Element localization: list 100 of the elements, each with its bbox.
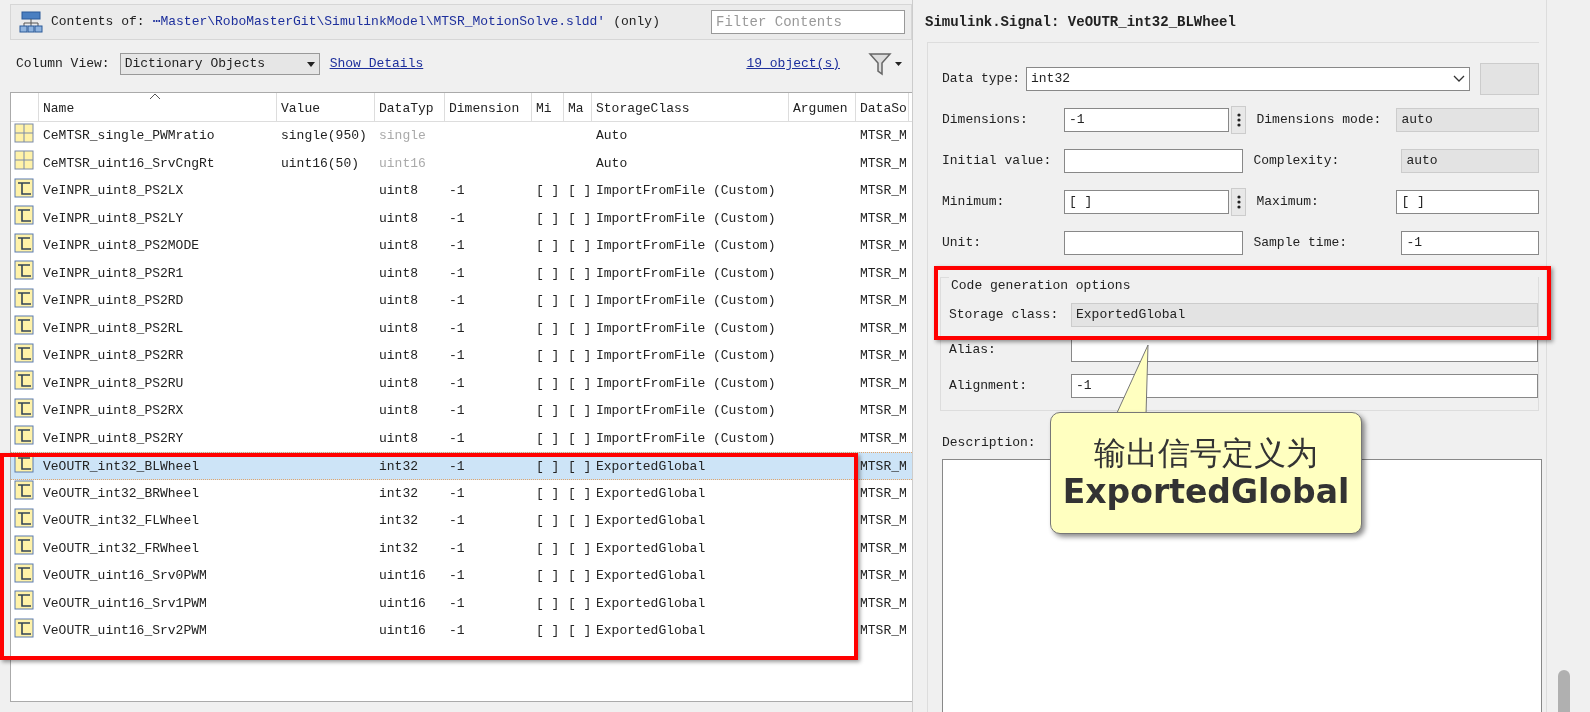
signal-icon [11,342,34,363]
signal-icon [11,507,34,528]
vertical-dots-icon [1236,112,1241,127]
contents-label: Contents of: [51,13,145,32]
text-field[interactable]: auto [1396,107,1539,132]
callout-text: ExportedGlobal [1062,472,1350,512]
text-field[interactable] [1064,230,1244,255]
column-view-label: Column View: [16,55,110,74]
table-row[interactable]: VeOUTR_uint16_Srv2PWM uint16 -1 [ ] [ ] ExportedGlobal MTSR_M [11,617,912,645]
min-cell-text: [ ] [535,182,561,200]
signal-icon [11,232,34,253]
max-cell-text: [ ] [567,319,592,338]
table-row[interactable]: VeINPR_uint8_PS2RX uint8 -1 [ ] [ ] ImportFromFile (Custom) MTSR_M [11,397,912,425]
table-row[interactable]: VeINPR_uint8_PS2LX uint8 -1 [ ] [ ] ImportFromFile (Custom) MTSR_M [11,177,912,205]
more-options-button[interactable] [1231,105,1247,134]
storage-class-cell-text: ImportFromFile (Custom) [595,264,777,283]
table-row[interactable]: VeOUTR_uint16_Srv0PWM uint16 -1 [ ] [ ] ExportedGlobal MTSR_M [11,562,912,590]
min-cell-text: [ ] [535,622,561,640]
table-row[interactable]: VeINPR_uint8_PS2RR uint8 -1 [ ] [ ] ImportFromFile (Custom) MTSR_M [11,342,912,370]
field-label: Complexity: [1253,151,1341,170]
storage-class-cell-text: ExportedGlobal [595,484,707,503]
storage-class-cell-text: ImportFromFile (Custom) [595,374,777,393]
table-row[interactable]: CeMTSR_single_PWMratio single(950) single Auto MTSR_M [11,122,912,150]
filter-menu-icon[interactable] [868,52,902,76]
signal-icon [11,617,34,638]
text-field[interactable]: [ ] [1064,189,1230,214]
signal-icon [11,535,34,555]
column-header[interactable]: Mi [532,93,564,121]
more-options-button[interactable] [1231,187,1247,216]
show-details-link[interactable]: Show Details [329,54,424,74]
value-cell-text: single(950) [280,127,368,145]
name-cell-text: VeINPR_uint8_PS2MODE [42,237,201,255]
column-header[interactable]: Ma [564,93,592,121]
name-cell-text: VeINPR_uint8_PS2RY [42,429,185,448]
column-header[interactable]: Name [39,93,277,121]
table-row[interactable]: VeINPR_uint8_PS2R1 uint8 -1 [ ] [ ] ImportFromFile (Custom) MTSR_M [11,259,912,287]
text-field[interactable]: -1 [1064,107,1230,132]
data-source-cell-text: MTSR_M [859,594,908,613]
text-field[interactable]: -1 [1401,230,1539,255]
data-type-dropdown[interactable]: int32 [1026,66,1471,91]
table-row[interactable]: VeOUTR_int32_FRWheel int32 -1 [ ] [ ] ExportedGlobal MTSR_M [11,534,912,562]
table-row[interactable]: VeINPR_uint8_PS2RY uint8 -1 [ ] [ ] ImportFromFile (Custom) MTSR_M [11,424,912,452]
data-source-cell-text: MTSR_M [859,402,908,420]
table-row[interactable]: CeMTSR_uint16_SrvCngRt uint16(50) uint16 Auto MTSR_M [11,149,912,177]
min-cell-text: [ ] [535,402,561,420]
data-source-cell-text: MTSR_M [859,237,908,255]
column-header[interactable]: StorageClass [592,93,789,121]
grid-icon [11,122,34,143]
dimensions-cell-text: -1 [448,594,466,613]
value-cell-text: uint16(50) [280,154,360,173]
field-label: Dimensions mode: [1256,110,1383,129]
column-header[interactable]: DataTyp [375,93,445,121]
signal-icon [11,205,34,225]
column-header[interactable]: Value [277,93,375,121]
text-field[interactable]: -1 [1071,374,1538,398]
storage-class-cell-text: Auto [595,127,629,145]
text-field[interactable]: ExportedGlobal [1071,303,1538,327]
min-cell-text: [ ] [535,209,561,228]
table-row[interactable]: VeINPR_uint8_PS2RD uint8 -1 [ ] [ ] ImportFromFile (Custom) MTSR_M [11,287,912,315]
data-source-cell-text: MTSR_M [859,484,908,503]
name-cell-text: VeINPR_uint8_PS2RU [42,374,185,393]
datatype-cell-text: uint8 [378,209,419,228]
datatype-cell-text: uint16 [378,567,427,585]
column-header[interactable]: DataSo [856,93,909,121]
text-field[interactable] [1071,338,1538,362]
name-cell-text: VeINPR_uint8_PS2LX [42,182,185,200]
datatype-cell-text: uint8 [378,374,419,393]
name-cell-text: CeMTSR_single_PWMratio [42,127,216,145]
min-cell-text: [ ] [535,567,561,585]
datatype-cell-text: uint8 [378,319,419,338]
column-header[interactable]: Dimension [445,93,532,121]
table-row[interactable]: VeOUTR_int32_BRWheel int32 -1 [ ] [ ] ExportedGlobal MTSR_M [11,479,912,507]
text-field[interactable] [1064,148,1244,173]
table-row[interactable]: VeINPR_uint8_PS2RL uint8 -1 [ ] [ ] ImportFromFile (Custom) MTSR_M [11,314,912,342]
signal-icon [11,370,34,390]
filter-field[interactable]: Filter Contents [711,10,905,34]
storage-class-cell-text: Auto [595,154,629,173]
datatype-cell-text: uint8 [378,237,419,255]
text-field[interactable]: auto [1401,148,1539,173]
table-row[interactable]: VeOUTR_uint16_Srv1PWM uint16 -1 [ ] [ ] ExportedGlobal MTSR_M [11,589,912,617]
table-row[interactable]: VeOUTR_int32_FLWheel int32 -1 [ ] [ ] ExportedGlobal MTSR_M [11,507,912,535]
dimensions-cell-text: -1 [448,182,466,200]
dimensions-cell-text: -1 [448,429,466,448]
data-source-cell-text: MTSR_M [859,319,908,338]
object-count-link[interactable]: 19 object(s) [746,54,840,74]
scrollbar-thumb[interactable] [1558,670,1570,712]
table-row[interactable]: VeINPR_uint8_PS2RU uint8 -1 [ ] [ ] ImportFromFile (Custom) MTSR_M [11,369,912,397]
storage-class-cell-text: ImportFromFile (Custom) [595,402,777,420]
max-cell-text: [ ] [567,347,592,365]
field-label: Maximum: [1256,192,1320,211]
data-source-cell-text: MTSR_M [859,209,908,228]
read-only-note: (only) [613,13,660,32]
min-cell-text: [ ] [535,539,561,558]
column-view-dropdown[interactable]: Dictionary Objects [119,53,320,75]
signal-icon [11,590,34,610]
table-row[interactable]: VeINPR_uint8_PS2LY uint8 -1 [ ] [ ] ImportFromFile (Custom) MTSR_M [11,204,912,232]
name-cell-text: VeOUTR_uint16_Srv2PWM [42,622,208,640]
column-header[interactable]: Argumen [789,93,856,121]
text-field[interactable]: [ ] [1396,189,1539,214]
table-row[interactable]: VeINPR_uint8_PS2MODE uint8 -1 [ ] [ ] ImportFromFile (Custom) MTSR_M [11,232,912,260]
